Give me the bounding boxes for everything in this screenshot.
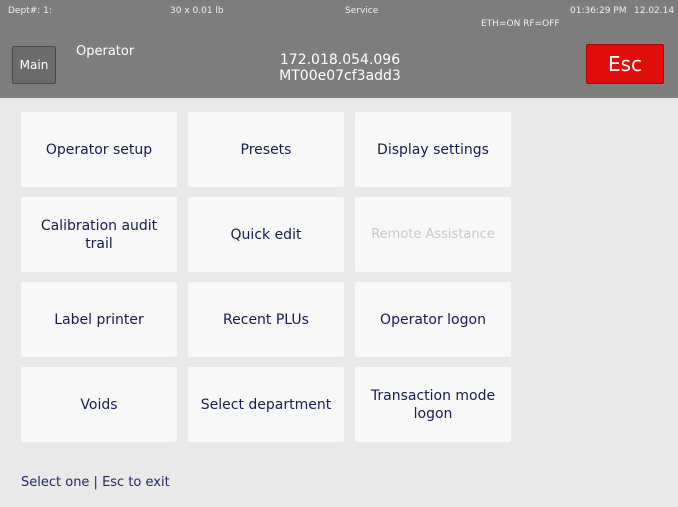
remote-assistance-button: Remote Assistance: [355, 197, 511, 272]
footer-hint: Select one | Esc to exit: [21, 475, 170, 490]
select-department-button[interactable]: Select department: [188, 367, 344, 442]
operator-logon-button[interactable]: Operator logon: [355, 282, 511, 357]
mode-indicator: Service: [345, 6, 379, 16]
scale-capacity: 30 x 0.01 lb: [170, 6, 224, 16]
screen-title: Operator: [76, 44, 135, 59]
label-printer-button[interactable]: Label printer: [21, 282, 177, 357]
clock-date: 12.02.14: [634, 6, 675, 16]
device-address: 172.018.054.096 MT00e07cf3add3: [240, 52, 440, 84]
menu-grid: Operator setup Presets Display settings …: [21, 112, 511, 442]
mac-address: MT00e07cf3add3: [279, 68, 401, 84]
recent-plus-button[interactable]: Recent PLUs: [188, 282, 344, 357]
operator-setup-button[interactable]: Operator setup: [21, 112, 177, 187]
quick-edit-button[interactable]: Quick edit: [188, 197, 344, 272]
display-settings-button[interactable]: Display settings: [355, 112, 511, 187]
department-indicator: Dept#: 1:: [8, 6, 52, 16]
clock-time: 01:36:29 PM: [570, 6, 627, 16]
esc-button[interactable]: Esc: [586, 44, 664, 84]
header-bar: Main Operator 172.018.054.096 MT00e07cf3…: [0, 36, 678, 98]
status-bar: Dept#: 1: 30 x 0.01 lb Service 01:36:29 …: [0, 0, 678, 36]
main-button[interactable]: Main: [12, 46, 56, 84]
calibration-audit-trail-button[interactable]: Calibration audit trail: [21, 197, 177, 272]
voids-button[interactable]: Voids: [21, 367, 177, 442]
transaction-mode-logon-button[interactable]: Transaction mode logon: [355, 367, 511, 442]
presets-button[interactable]: Presets: [188, 112, 344, 187]
network-status: ETH=ON RF=OFF: [481, 19, 560, 29]
ip-address: 172.018.054.096: [279, 52, 401, 68]
